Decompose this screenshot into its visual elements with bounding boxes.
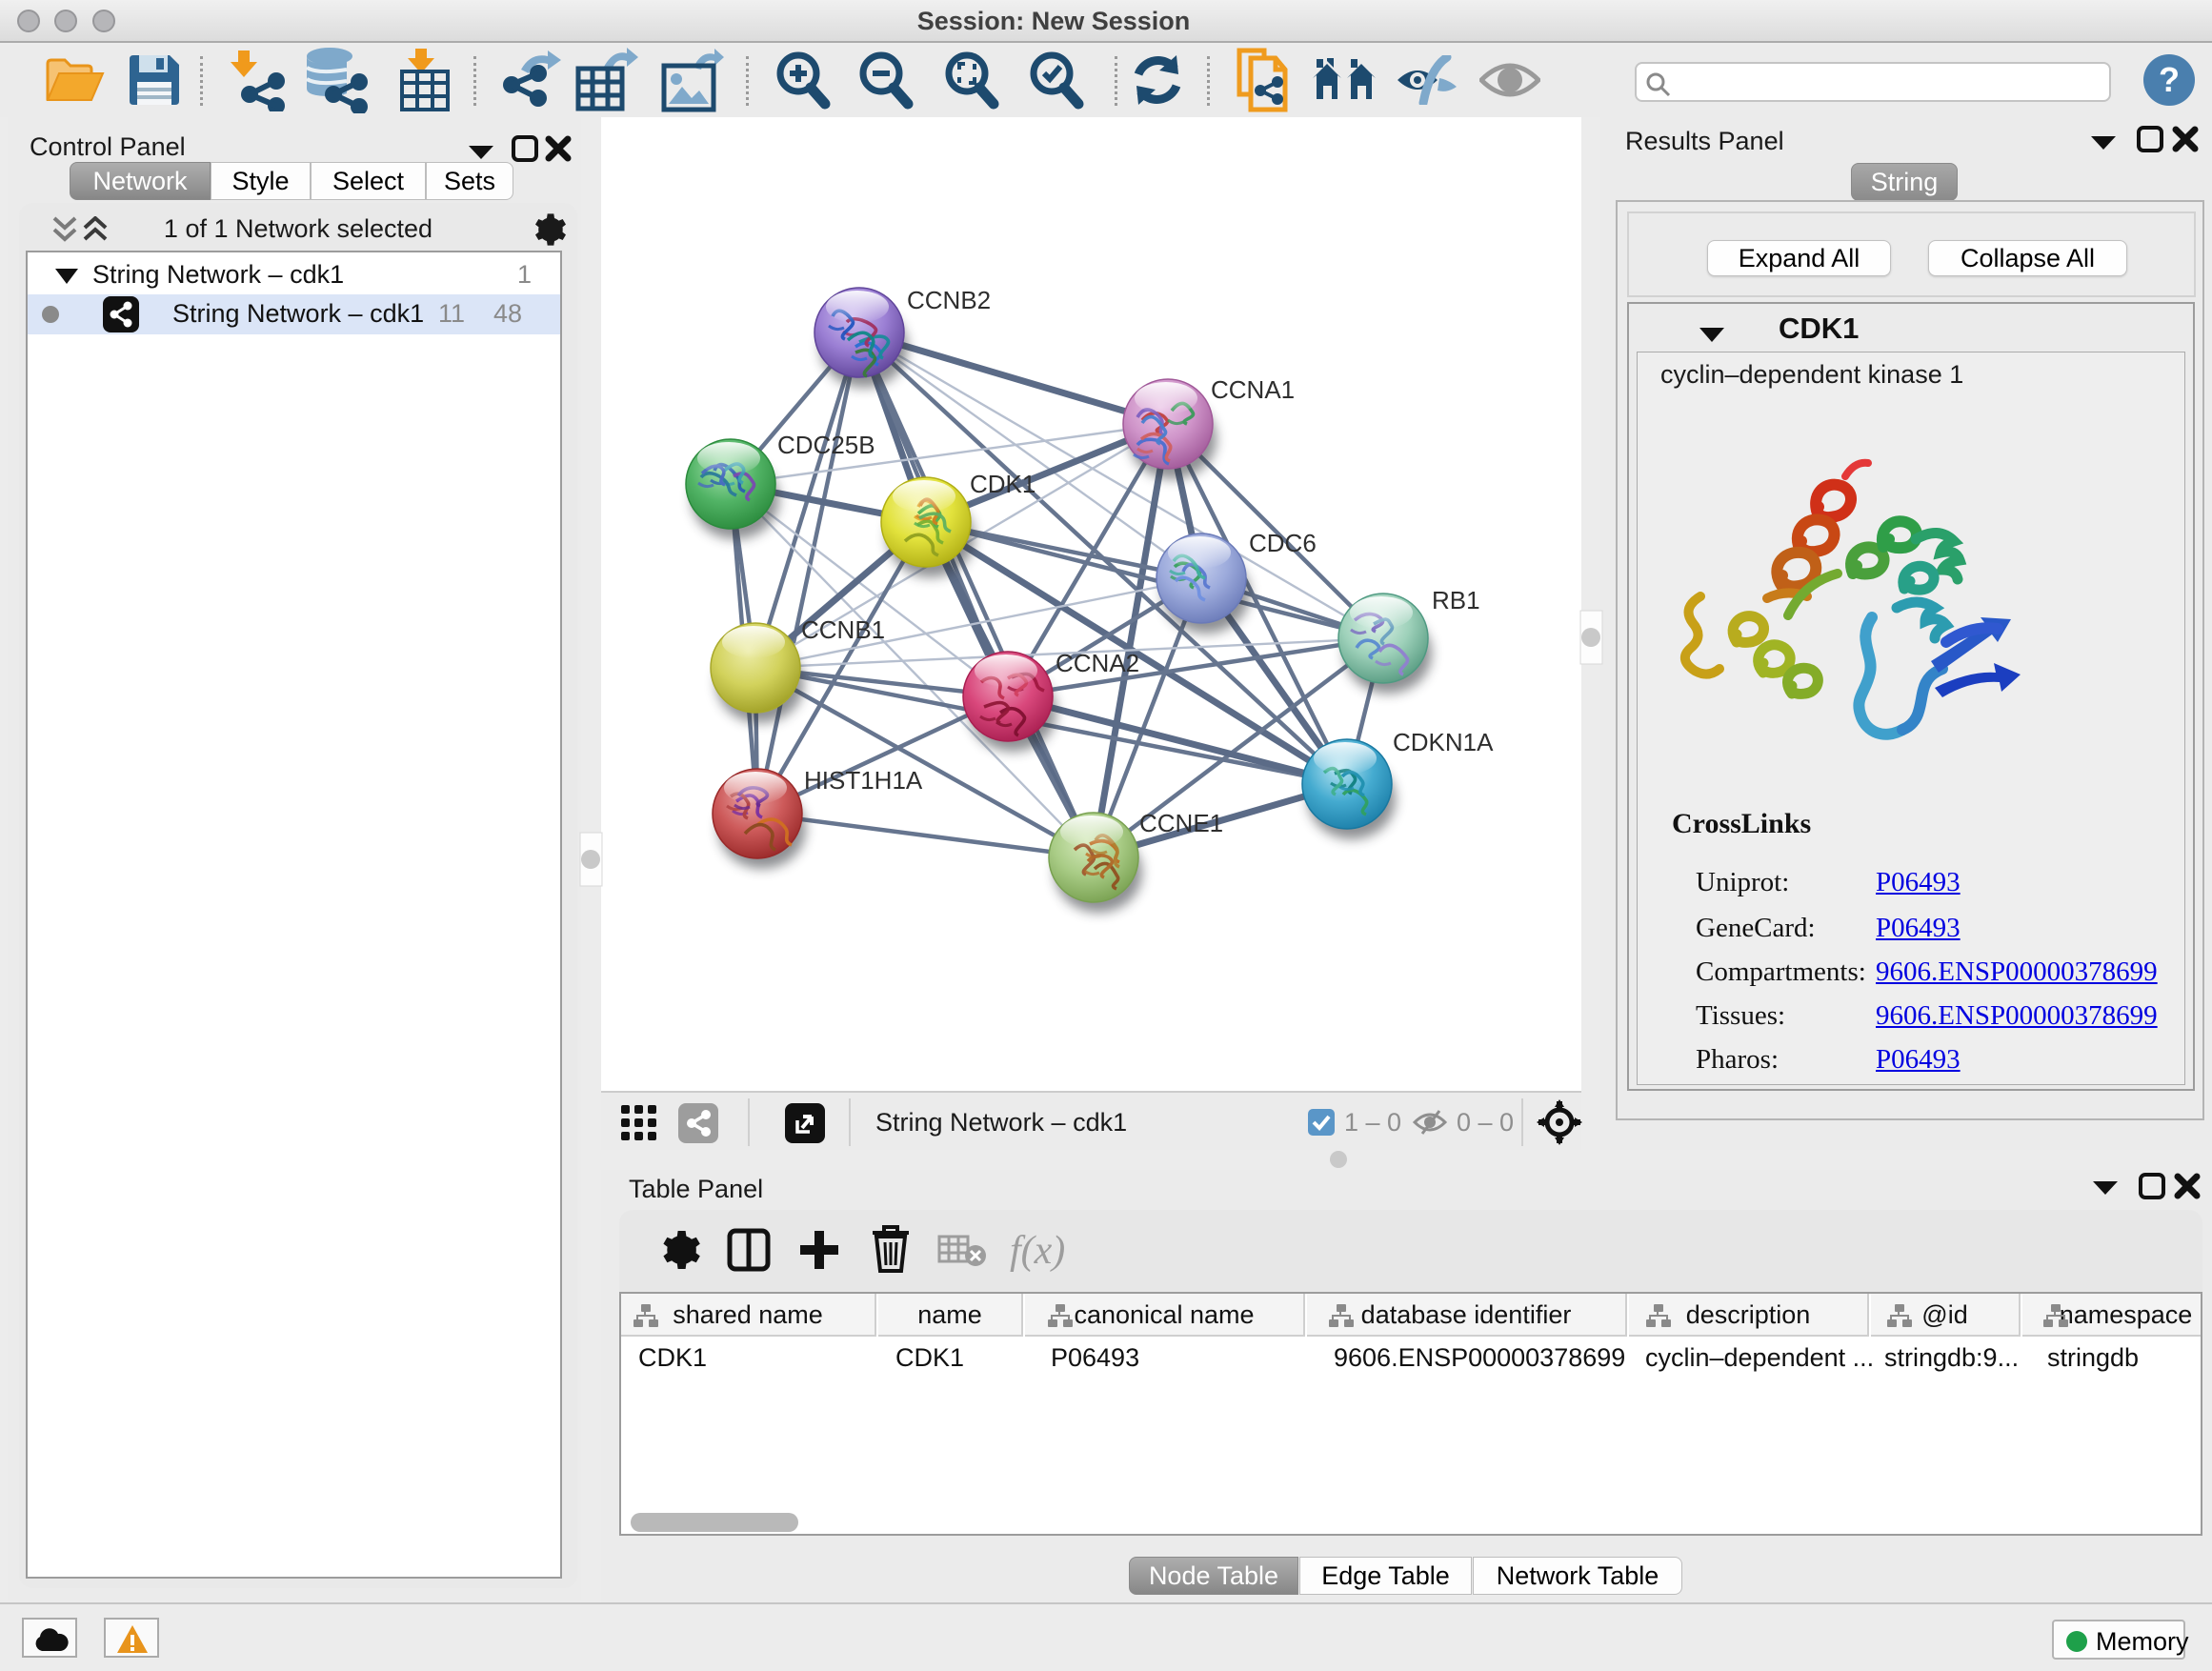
svg-text:CCNB1: CCNB1 xyxy=(801,615,885,644)
svg-text:CCNE1: CCNE1 xyxy=(1139,809,1223,837)
svg-text:CDK1: CDK1 xyxy=(970,470,1036,498)
svg-text:CDC25B: CDC25B xyxy=(777,431,875,459)
svg-text:HIST1H1A: HIST1H1A xyxy=(804,766,923,795)
svg-text:CCNA1: CCNA1 xyxy=(1211,375,1295,404)
svg-text:RB1: RB1 xyxy=(1432,586,1480,614)
svg-text:?: ? xyxy=(2159,60,2180,99)
svg-text:CCNA2: CCNA2 xyxy=(1056,649,1139,677)
svg-text:f(x): f(x) xyxy=(1010,1229,1065,1273)
svg-text:CDC6: CDC6 xyxy=(1249,529,1317,557)
svg-text:CDKN1A: CDKN1A xyxy=(1393,728,1494,756)
svg-text:CCNB2: CCNB2 xyxy=(907,286,991,314)
